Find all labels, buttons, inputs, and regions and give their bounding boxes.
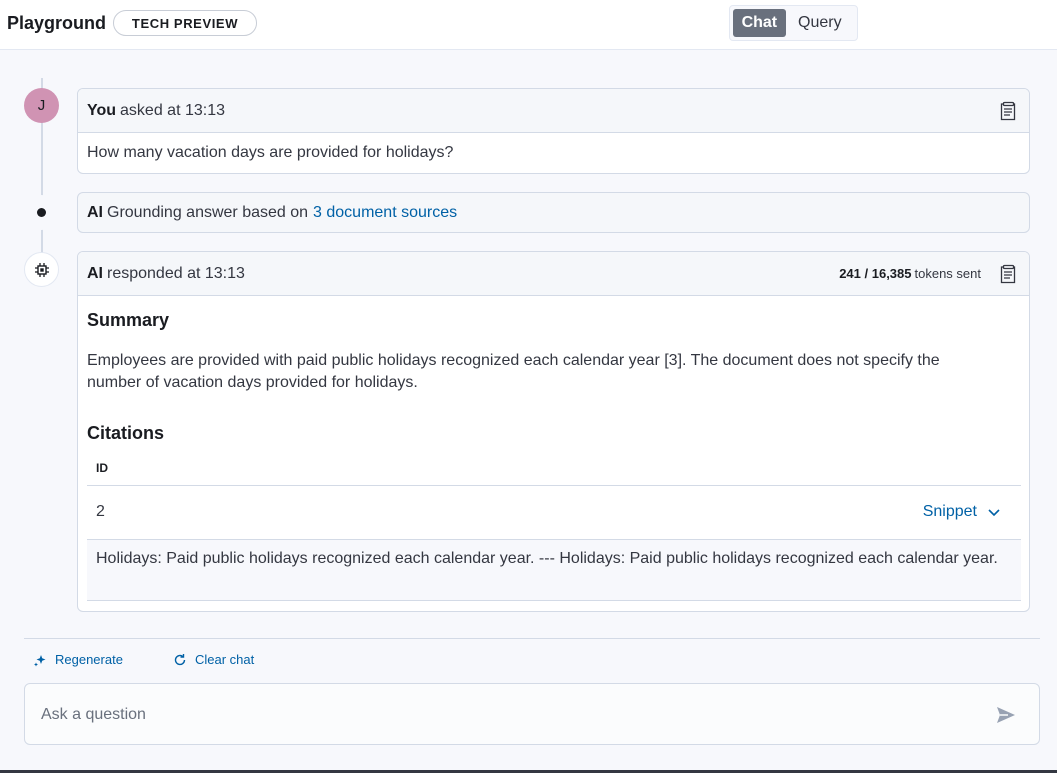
answer-meta: responded at 13:13 [107,264,245,282]
mode-toggle: Chat Query [729,5,858,41]
answer-author: AI [87,264,103,282]
question-meta: asked at 13:13 [120,101,225,119]
clear-chat-label: Clear chat [195,652,255,667]
ask-question-box [24,683,1040,745]
question-text: How many vacation days are provided for … [87,144,454,161]
question-author: You [87,101,117,119]
snippet-text: Holidays: Paid public holidays recognize… [87,540,1021,601]
table-header-id: ID [96,461,108,475]
tokens-count: 241 / 16,385 [839,266,912,281]
ask-question-input[interactable] [41,702,971,728]
snippet-toggle-button[interactable]: Snippet [923,503,1001,521]
ai-marker [24,252,59,287]
query-mode-button[interactable]: Query [786,9,854,37]
tech-preview-badge: TECH PREVIEW [113,10,257,36]
chevron-down-icon [988,509,1000,517]
chat-mode-button[interactable]: Chat [733,9,786,37]
regenerate-button[interactable]: Regenerate [33,652,123,667]
citation-id: 2 [96,503,105,520]
dot-icon [37,208,46,217]
grounding-marker [24,195,59,230]
clear-chat-button[interactable]: Clear chat [173,652,254,667]
tokens-suffix: tokens sent [914,266,982,281]
user-avatar: J [24,88,59,123]
citations-heading: Citations [87,423,165,443]
question-header: You asked at 13:13 [78,89,1029,133]
summary-text: Employees are provided with paid public … [87,352,940,391]
send-icon[interactable] [995,704,1017,726]
copy-icon[interactable] [999,101,1017,121]
question-panel: You asked at 13:13 How many vacation day… [77,88,1030,174]
grounding-panel: AI Grounding answer based on 3 document … [77,192,1030,233]
chip-icon [34,262,49,277]
divider [87,485,1021,486]
top-header: Playground TECH PREVIEW Chat Query [0,0,1057,50]
snippet-label: Snippet [922,503,977,520]
refresh-icon [174,653,186,665]
regenerate-label: Regenerate [55,652,123,667]
tokens-sent: 241 / 16,385 tokens sent [839,266,981,281]
sparkles-icon [34,654,46,666]
footer-divider [24,638,1040,639]
grounding-text: Grounding answer based on [107,203,309,221]
answer-panel: AI responded at 13:13 241 / 16,385 tokens… [77,251,1030,612]
copy-icon[interactable] [999,264,1017,284]
summary-heading: Summary [87,310,170,330]
document-sources-link[interactable]: 3 document sources [313,204,457,222]
grounding-author: AI [87,203,103,221]
page-title: Playground [7,13,107,33]
